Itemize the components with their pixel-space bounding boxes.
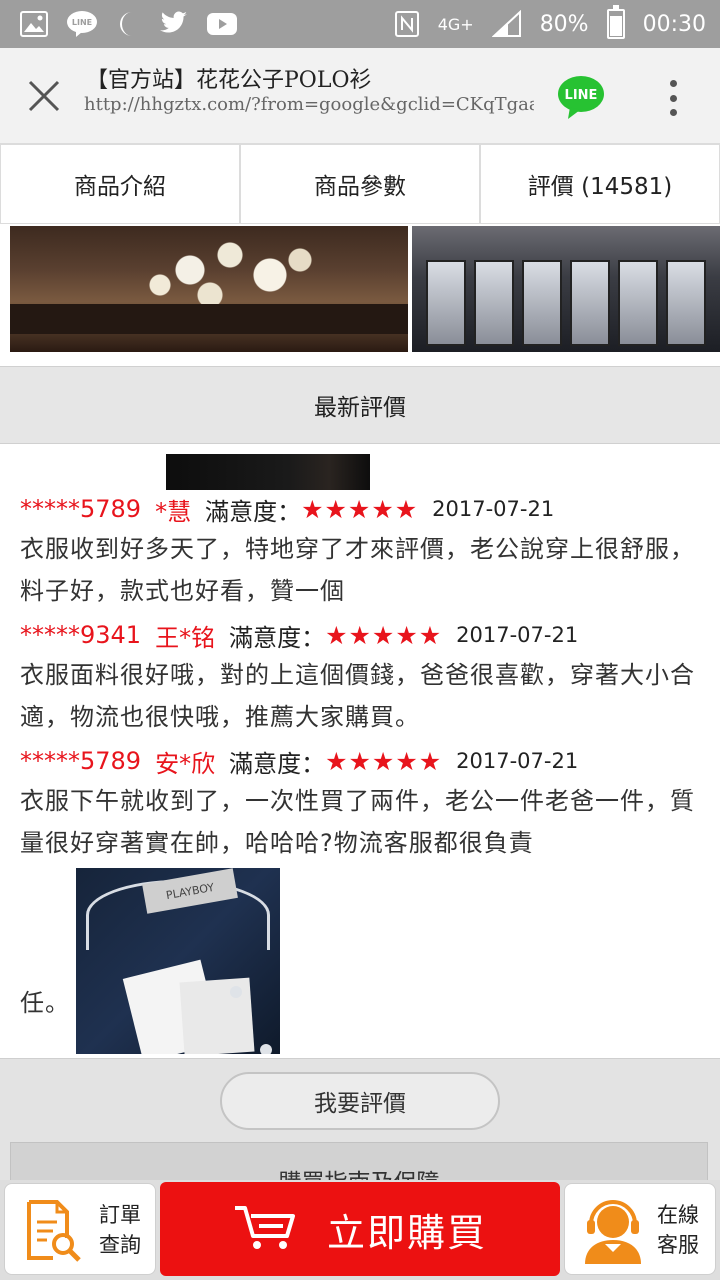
review-user-id: *****5789 xyxy=(20,495,142,523)
review-text-tail: 任。 xyxy=(20,989,70,1017)
review-user-name: 安*欣 xyxy=(155,749,216,778)
review-text: 衣服下午就收到了，一次性買了兩件，老公一件老爸一件，質量很好穿著實在帥，哈哈哈?… xyxy=(20,787,695,857)
review-user-id: *****9341 xyxy=(20,621,142,649)
tab-product-intro[interactable]: 商品介紹 xyxy=(1,145,239,223)
gallery-icon xyxy=(20,11,48,37)
review-date: 2017-07-21 xyxy=(456,749,579,773)
tab-reviews[interactable]: 評價 (14581) xyxy=(481,145,719,223)
rating-label: 滿意度： xyxy=(229,749,326,778)
rating-stars: ★★★★★ xyxy=(325,620,443,650)
rating-stars: ★★★★★ xyxy=(325,746,443,776)
order-label-line1: 訂單 xyxy=(99,1203,141,1227)
latest-reviews-heading: 最新評價 xyxy=(0,366,720,444)
review-text: 衣服收到好多天了，特地穿了才來評價，老公說穿上很舒服，料子好，款式也好看，贊一個 xyxy=(20,535,695,605)
service-label-line2: 客服 xyxy=(657,1233,699,1257)
moon-icon xyxy=(116,10,140,38)
review-item: *****5789 *慧 滿意度： ★★★★★ 2017-07-21 衣服收到好… xyxy=(20,490,710,612)
order-label-line2: 查詢 xyxy=(99,1233,141,1257)
close-icon[interactable] xyxy=(22,74,66,118)
cart-icon xyxy=(233,1202,297,1256)
product-tabs: 商品介紹 商品參數 評價 (14581) xyxy=(0,144,720,224)
nfc-icon xyxy=(394,10,420,38)
review-photo[interactable]: PLAYBOY xyxy=(76,868,280,1054)
headset-agent-icon xyxy=(581,1196,645,1264)
review-date: 2017-07-21 xyxy=(456,623,579,647)
service-label-line1: 在線 xyxy=(657,1203,699,1227)
rating-label: 滿意度： xyxy=(229,623,326,652)
signal-icon xyxy=(491,10,522,38)
status-bar: LINE 4G+ 80% 00:30 xyxy=(0,0,720,48)
twitter-icon xyxy=(158,11,188,37)
customer-service-button[interactable]: 在線 客服 xyxy=(564,1183,716,1275)
line-notification-icon: LINE xyxy=(66,10,98,38)
store-interior-image xyxy=(10,226,408,352)
review-photo-partial xyxy=(166,454,370,490)
clock: 00:30 xyxy=(642,11,706,37)
review-user-name: 王*铭 xyxy=(155,623,216,652)
line-share-label: LINE xyxy=(565,88,598,103)
page-url[interactable]: http://hhgztx.com/?from=google&gclid=CKq… xyxy=(84,94,534,115)
order-search-icon xyxy=(23,1198,85,1262)
store-banner xyxy=(0,224,720,356)
review-user-id: *****5789 xyxy=(20,747,142,775)
storefront-image xyxy=(412,226,720,352)
line-share-icon[interactable]: LINE xyxy=(556,74,606,120)
svg-text:LINE: LINE xyxy=(72,18,92,27)
overflow-menu-icon[interactable] xyxy=(660,78,686,118)
review-user-name: *慧 xyxy=(155,497,192,526)
write-review-button[interactable]: 我要評價 xyxy=(220,1072,500,1130)
review-text: 衣服面料很好哦，對的上這個價錢，爸爸很喜歡，穿著大小合適，物流也很快哦，推薦大家… xyxy=(20,661,695,731)
bottom-action-bar: 訂單 查詢 立即購買 在線 客服 xyxy=(0,1180,720,1280)
rating-label: 滿意度： xyxy=(205,497,302,526)
tab-product-params[interactable]: 商品參數 xyxy=(241,145,479,223)
rating-stars: ★★★★★ xyxy=(301,494,419,524)
youtube-icon xyxy=(206,12,238,36)
buy-now-label: 立即購買 xyxy=(326,1210,487,1255)
network-type: 4G+ xyxy=(437,14,474,34)
battery-icon xyxy=(606,5,625,39)
battery-percent: 80% xyxy=(539,11,589,37)
page-title: 【官方站】花花公子POLO衫 xyxy=(86,68,372,93)
review-item: *****9341 王*铭 滿意度： ★★★★★ 2017-07-21 衣服面料… xyxy=(20,616,710,738)
order-query-button[interactable]: 訂單 查詢 xyxy=(4,1183,156,1275)
buy-now-button[interactable]: 立即購買 xyxy=(160,1182,560,1276)
review-item: *****5789 安*欣 滿意度： ★★★★★ 2017-07-21 衣服下午… xyxy=(20,742,710,864)
review-date: 2017-07-21 xyxy=(432,497,555,521)
browser-toolbar: 【官方站】花花公子POLO衫 http://hhgztx.com/?from=g… xyxy=(0,48,720,144)
